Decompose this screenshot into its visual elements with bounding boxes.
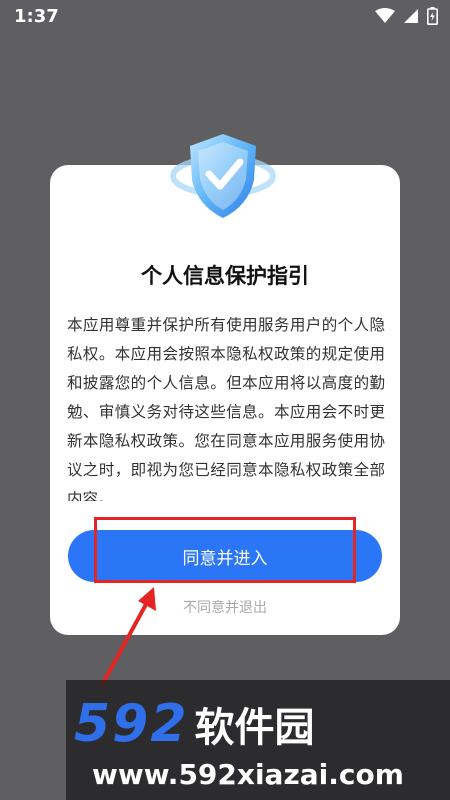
status-icons [375,7,438,25]
watermark-logo-text: 软件园 [194,705,315,751]
status-bar: 1:37 [0,0,450,32]
annotation-arrow-icon [100,587,156,687]
battery-icon [427,7,438,25]
cellular-signal-icon [404,9,418,23]
watermark-logo: 592 软件园 [74,694,315,754]
status-time: 1:37 [14,5,59,27]
watermark-url: www.592xiazai.com [92,758,404,791]
annotation-highlight-box [94,517,356,583]
dialog-body[interactable]: 本应用尊重并保护所有使用服务用户的个人隐私权。本应用会按照本隐私权政策的规定使用… [67,311,385,501]
dialog-title: 个人信息保护指引 [141,264,309,288]
shield-check-icon [170,134,276,218]
wifi-icon [375,8,395,23]
watermark-logo-number: 592 [74,694,189,754]
watermark-banner: 592 软件园 www.592xiazai.com [66,680,450,800]
